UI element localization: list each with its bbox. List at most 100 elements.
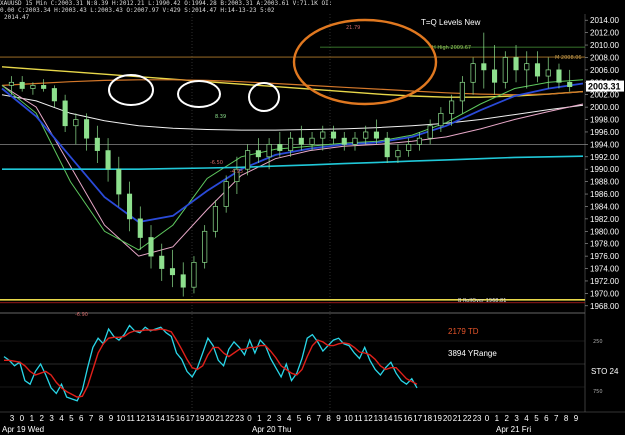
- hour-label: 15: [393, 414, 402, 423]
- candle-body: [492, 69, 498, 83]
- hour-label: 20: [205, 414, 214, 423]
- hour-label: 0: [485, 414, 490, 423]
- hour-label: 23: [473, 414, 482, 423]
- price-tick-label: 2006.00: [590, 66, 619, 75]
- hour-label: 13: [146, 414, 155, 423]
- candle-body: [309, 137, 315, 145]
- hour-label: 9: [336, 414, 341, 423]
- hour-label: 2: [267, 414, 272, 423]
- hour-label: 3: [49, 414, 54, 423]
- sto-line-fast: [3, 324, 418, 402]
- price-annotation: -6.90: [75, 312, 88, 318]
- highlight-ellipse: [177, 80, 221, 108]
- hour-label: 5: [297, 414, 302, 423]
- hour-label: 12: [136, 414, 145, 423]
- candle-body: [363, 131, 369, 139]
- hour-label: 14: [384, 414, 393, 423]
- candle-body: [277, 144, 283, 151]
- hour-label: 19: [196, 414, 205, 423]
- candle-body: [202, 230, 208, 263]
- candle-body: [245, 150, 251, 170]
- candle-body: [416, 137, 422, 145]
- candle-body: [73, 119, 79, 127]
- candle-body: [298, 137, 304, 145]
- candle-body: [481, 63, 487, 71]
- price-axis: 2014.002012.002010.002008.002006.002004.…: [585, 16, 624, 311]
- hour-label: 15: [166, 414, 175, 423]
- hour-label: 16: [176, 414, 185, 423]
- candle-body: [266, 144, 272, 158]
- price-tick-label: 1984.00: [590, 202, 619, 211]
- candle-body: [288, 137, 294, 151]
- candle-body: [116, 168, 122, 195]
- price-tick-label: 1982.00: [590, 215, 619, 224]
- hour-label: 3: [277, 414, 282, 423]
- hour-label: 21: [215, 414, 224, 423]
- hour-label: 10: [344, 414, 353, 423]
- yrange-label: 3894 YRange: [448, 349, 497, 358]
- hour-label: 12: [364, 414, 373, 423]
- hour-label: 6: [544, 414, 549, 423]
- hour-label: 2: [39, 414, 44, 423]
- hour-label: 1: [257, 414, 262, 423]
- day-label: Apr 21 Fri: [496, 425, 531, 434]
- price-tick-label: 1968.00: [590, 302, 619, 311]
- hour-label: 7: [554, 414, 559, 423]
- candle-body: [105, 150, 111, 170]
- candle-body: [51, 88, 57, 102]
- price-annotation: 8.39: [215, 114, 226, 120]
- price-tick-label: 2014.00: [590, 16, 619, 25]
- hour-label: 19: [433, 414, 442, 423]
- hour-label: 4: [287, 414, 292, 423]
- price-tick-label: 1972.00: [590, 277, 619, 286]
- level-label-high: H High 2009.67: [432, 45, 471, 51]
- price-tick-label: 1974.00: [590, 265, 619, 274]
- price-tick-label: 1980.00: [590, 227, 619, 236]
- hour-label: 5: [534, 414, 539, 423]
- trading-chart[interactable]: 2179 TD3894 YRangeSTO 24250750 301234567…: [0, 0, 625, 435]
- candle-body: [502, 57, 508, 83]
- hour-label: 16: [403, 414, 412, 423]
- hour-label: 22: [225, 414, 234, 423]
- price-annotation: -6.50: [210, 160, 223, 166]
- price-tick-label: 1976.00: [590, 252, 619, 261]
- candle-body: [169, 268, 176, 276]
- candle-body: [30, 85, 36, 89]
- candle-body: [137, 218, 143, 238]
- level-label-m: M 2008.06: [555, 55, 582, 61]
- ma-line-pink: [1, 84, 584, 257]
- candle-body: [352, 137, 358, 145]
- candle-body: [556, 69, 562, 83]
- candle-body: [19, 81, 25, 89]
- ma-line-cyan: [2, 155, 584, 170]
- hour-label: 8: [564, 414, 569, 423]
- hour-label: 0: [20, 414, 25, 423]
- candle-body: [406, 144, 412, 151]
- hour-label: 0: [247, 414, 252, 423]
- candle-body: [84, 119, 90, 139]
- candle-body: [395, 150, 401, 158]
- hour-label: 7: [317, 414, 322, 423]
- candle-body: [223, 181, 229, 207]
- price-tick-label: 1988.00: [590, 178, 619, 187]
- candle-body: [341, 137, 347, 145]
- candle-body: [212, 206, 218, 232]
- hour-label: 8: [99, 414, 104, 423]
- candle-body: [373, 131, 380, 139]
- price-tick-label: 2002.00: [590, 91, 619, 100]
- hour-label: 4: [524, 414, 529, 423]
- hour-label: 20: [443, 414, 452, 423]
- td-label: 2179 TD: [448, 327, 479, 336]
- hour-label: 17: [186, 414, 195, 423]
- hour-label: 5: [69, 414, 74, 423]
- candle-body: [180, 274, 186, 288]
- price-tick-label: 1994.00: [590, 140, 619, 149]
- candle-body: [8, 81, 14, 86]
- chart-title: T=Q Levels New: [421, 18, 481, 27]
- price-tick-label: 1992.00: [590, 153, 619, 162]
- hour-label: 11: [354, 414, 363, 423]
- hour-label: 9: [109, 414, 114, 423]
- candle-body: [567, 81, 573, 87]
- hour-label: 23: [235, 414, 244, 423]
- hour-label: 1: [30, 414, 35, 423]
